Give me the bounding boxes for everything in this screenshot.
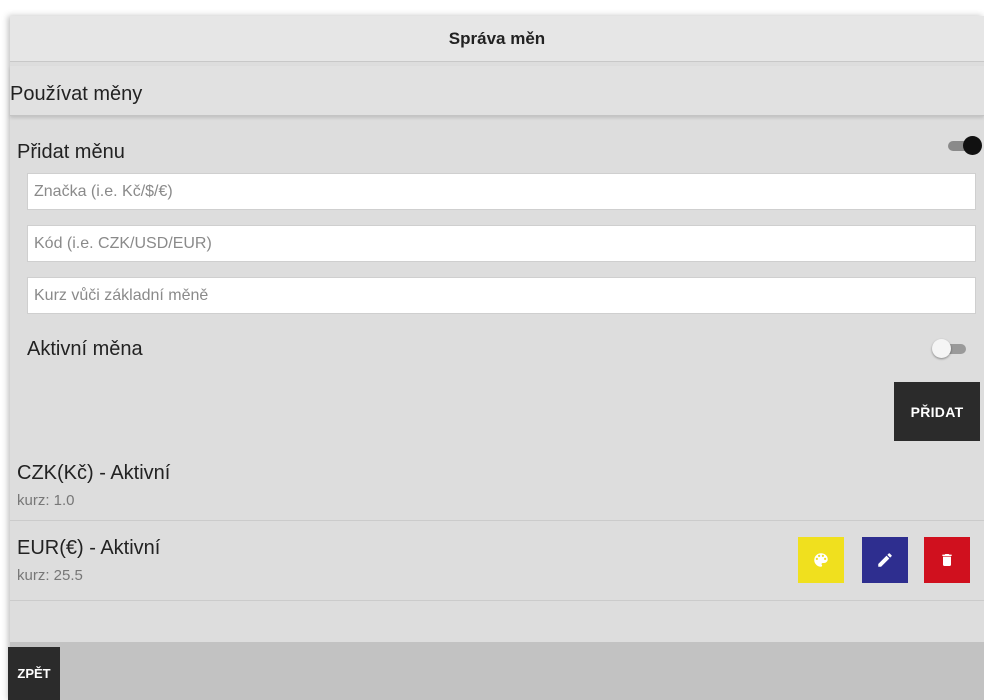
add-currency-title: Přidat měnu [17,141,125,163]
dialog-header: Správa měn [10,16,984,62]
currency-list-item: EUR(€) - Aktivní kurz: 25.5 [10,521,984,601]
trash-icon [939,551,955,569]
dialog-footer: ZPĚT [8,642,984,700]
edit-currency-button[interactable] [862,537,908,583]
currency-rate: kurz: 25.5 [17,567,83,584]
currency-name: EUR(€) - Aktivní [17,537,161,559]
currency-management-dialog: Správa měn Používat měny Přidat měnu Akt… [8,16,984,700]
use-currencies-label: Používat měny [10,83,143,105]
currency-list-item: CZK(Kč) - Aktivní kurz: 1.0 [10,441,984,521]
code-input[interactable] [27,225,976,262]
change-color-button[interactable] [798,537,844,583]
back-button[interactable]: ZPĚT [8,647,60,700]
currency-name: CZK(Kč) - Aktivní [17,462,171,484]
delete-currency-button[interactable] [924,537,970,583]
toggle-thumb [932,339,951,358]
exchange-rate-input[interactable] [27,277,976,314]
active-currency-toggle[interactable] [930,336,970,360]
palette-icon [812,551,830,569]
pencil-icon [876,551,894,569]
dialog-title: Správa měn [448,28,546,48]
use-currencies-toggle[interactable] [946,134,984,158]
add-currency-button[interactable]: PŘIDAT [894,382,980,441]
active-currency-label: Aktivní měna [27,338,143,360]
toggle-thumb [963,136,982,155]
use-currencies-row: Používat měny [10,66,984,155]
symbol-input[interactable] [27,173,976,210]
currency-rate: kurz: 1.0 [17,492,75,509]
